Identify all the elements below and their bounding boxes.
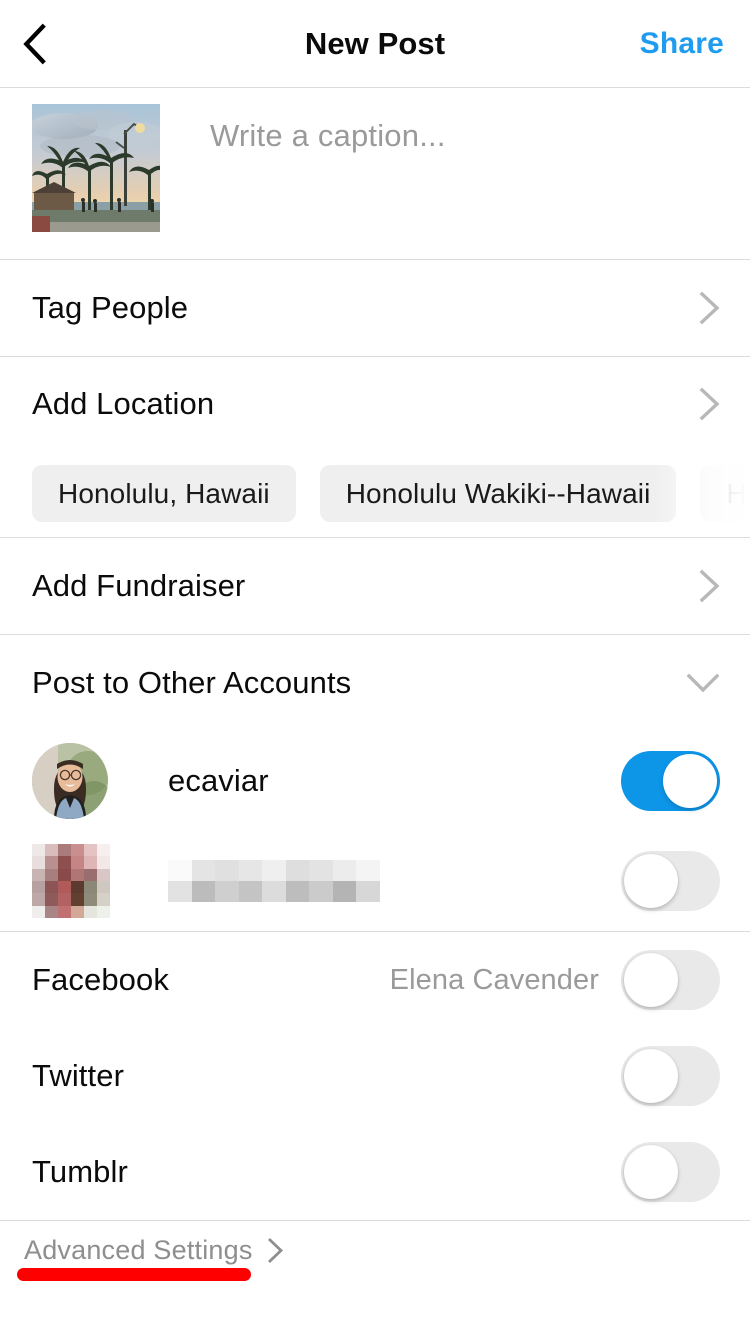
facebook-toggle[interactable] (621, 950, 720, 1010)
tumblr-toggle[interactable] (621, 1142, 720, 1202)
tumblr-label: Tumblr (32, 1154, 128, 1189)
toggle-knob (624, 854, 678, 908)
toggle-knob (624, 1145, 678, 1199)
location-chip[interactable]: Honolulu, Hawaii (32, 465, 296, 522)
add-fundraiser-row[interactable]: Add Fundraiser (0, 538, 750, 635)
caption-row (0, 88, 750, 260)
twitter-row[interactable]: Twitter (0, 1028, 750, 1124)
toggle-knob (624, 1049, 678, 1103)
avatar-redacted (32, 844, 110, 918)
avatar (32, 743, 108, 819)
navigation-bar: New Post Share (0, 0, 750, 88)
post-to-other-accounts-header[interactable]: Post to Other Accounts (0, 635, 750, 731)
account-row[interactable]: ecaviar (0, 731, 750, 831)
chevron-right-icon (699, 569, 720, 603)
facebook-account-name: Elena Cavender (389, 963, 599, 996)
annotation-highlight (17, 1268, 251, 1281)
footer: Advanced Settings (0, 1220, 750, 1334)
toggle-knob (624, 953, 678, 1007)
post-to-other-accounts-label: Post to Other Accounts (32, 665, 352, 700)
location-suggestions[interactable]: Honolulu, Hawaii Honolulu Wakiki--Hawaii… (0, 450, 750, 538)
avatar-image (32, 743, 108, 819)
chevron-right-icon (699, 387, 720, 420)
add-fundraiser-label: Add Fundraiser (32, 568, 246, 603)
add-location-label: Add Location (32, 385, 215, 421)
caption-input[interactable] (210, 118, 750, 154)
location-chip[interactable]: Honolulu Wakiki--Hawaii (319, 465, 677, 522)
toggle-knob (663, 754, 717, 808)
tumblr-row[interactable]: Tumblr (0, 1124, 750, 1220)
new-post-screen: New Post Share Write a caption... Tag Pe… (0, 0, 750, 1334)
thumbnail-image (32, 104, 160, 232)
facebook-label: Facebook (32, 962, 169, 997)
chevron-right-icon (267, 1238, 283, 1263)
account-row-redacted[interactable] (0, 831, 750, 931)
chevron-down-icon (686, 673, 720, 693)
account-toggle[interactable] (621, 751, 720, 811)
share-button[interactable]: Share (640, 27, 724, 61)
twitter-label: Twitter (32, 1058, 124, 1093)
chevron-right-icon (699, 291, 720, 325)
add-location-row[interactable]: Add Location (0, 357, 750, 450)
facebook-row[interactable]: Facebook Elena Cavender (0, 932, 750, 1028)
page-title: New Post (304, 25, 446, 61)
advanced-settings-button[interactable]: Advanced Settings (24, 1235, 284, 1266)
account-username: ecaviar (168, 763, 269, 798)
twitter-toggle[interactable] (621, 1046, 720, 1106)
chevron-left-icon (23, 23, 46, 64)
account-username-redacted (168, 860, 380, 902)
location-chip-list: Honolulu, Hawaii Honolulu Wakiki--Hawaii… (0, 450, 750, 537)
tag-people-label: Tag People (32, 290, 189, 325)
account-toggle[interactable] (621, 851, 720, 911)
location-chip[interactable]: Honolulu - (700, 465, 750, 522)
back-button[interactable] (22, 16, 78, 72)
advanced-settings-label: Advanced Settings (24, 1235, 253, 1265)
post-thumbnail[interactable] (32, 104, 160, 232)
tag-people-row[interactable]: Tag People (0, 260, 750, 357)
